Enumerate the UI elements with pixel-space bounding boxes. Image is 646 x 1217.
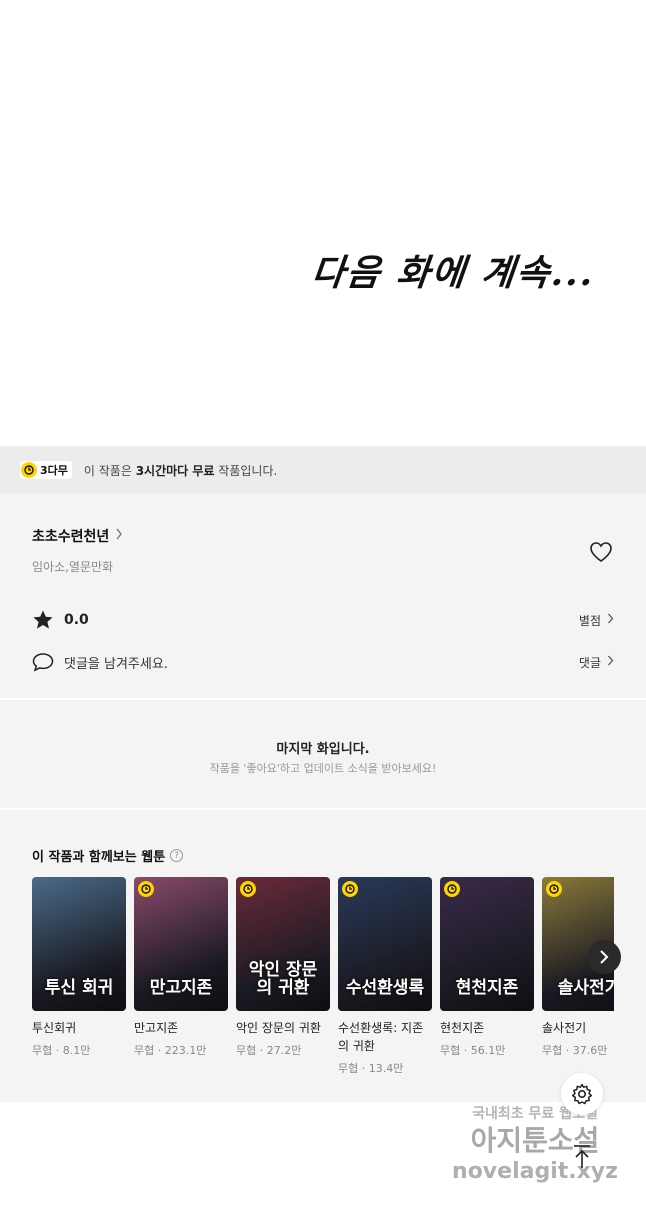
series-title: 초초수련천년: [32, 529, 110, 545]
recommendation-meta: 무협 · 223.1만: [134, 1044, 207, 1057]
recommendation-title[interactable]: 만고지존: [134, 1019, 228, 1037]
banner-text-suffix: 작품입니다.: [214, 463, 278, 478]
thumbnail-title-art: 솔사전기: [557, 978, 614, 998]
thumbnail-title-art: 악인 장문의 귀환: [248, 960, 318, 998]
series-title-link[interactable]: 초초수련천년: [32, 526, 123, 546]
recommendation-views: 13.4만: [368, 1062, 404, 1075]
recommendation-card[interactable]: 만고지존 만고지존 무협 · 223.1만: [134, 877, 228, 1058]
recommendation-title[interactable]: 악인 장문의 귀환: [236, 1019, 330, 1037]
like-button[interactable]: [588, 540, 614, 564]
arrow-up-icon: [574, 1145, 590, 1168]
recommendation-title[interactable]: 현천지존: [440, 1019, 534, 1037]
series-info-panel: 초초수련천년 임아소,열문만화 0.0 별점 댓글을 남겨주세요. 댓글: [0, 494, 646, 698]
last-episode-subtitle: 작품을 '좋아요'하고 업데이트 소식을 받아보세요!: [209, 762, 437, 775]
recommendations-header: 이 작품과 함께보는 웹툰 ?: [32, 846, 184, 865]
watermark-line1: 국내최초 무료 웹소설: [472, 1106, 598, 1122]
recommendation-genre: 무협: [32, 1044, 53, 1057]
recommendations-title: 이 작품과 함께보는 웹툰: [32, 850, 166, 865]
recommendations-carousel[interactable]: 투신 회귀 투신회귀 무협 · 8.1만 만고지존 만고지존 무협 · 223.1만 악인 …: [32, 877, 614, 1097]
recommendation-genre: 무협: [134, 1044, 155, 1057]
rate-link[interactable]: 별점: [579, 612, 614, 629]
comment-row[interactable]: 댓글을 남겨주세요. 댓글: [32, 649, 614, 675]
recommendation-views: 37.6만: [572, 1044, 608, 1057]
recommendation-views: 27.2만: [266, 1044, 302, 1057]
wait-free-badge: 3다무: [20, 461, 72, 479]
recommendation-genre: 무협: [338, 1062, 359, 1075]
comments-link-label: 댓글: [578, 655, 601, 670]
thumbnail-title-art: 투신 회귀: [44, 978, 114, 998]
rating-row: 0.0 별점: [32, 607, 614, 633]
last-episode-notice: 마지막 화입니다. 작품을 '좋아요'하고 업데이트 소식을 받아보세요!: [0, 700, 646, 808]
recommendation-card[interactable]: 수선환생록수선환생록: 지존의 귀환무협 · 13.4만: [338, 877, 432, 1076]
banner-text-prefix: 이 작품은: [83, 463, 136, 478]
recommendation-card[interactable]: 악인 장문의 귀환 악인 장문의 귀환 무협 · 27.2만: [236, 877, 330, 1058]
speech-bubble-icon: [32, 653, 54, 672]
recommendation-meta: 무협 · 27.2만: [236, 1044, 302, 1057]
clock-icon: [444, 881, 460, 897]
chevron-right-icon: [600, 950, 609, 964]
recommendation-thumbnail[interactable]: 현천지존: [440, 877, 534, 1011]
thumbnail-title-art: 만고지존: [149, 978, 213, 998]
recommendation-thumbnail[interactable]: 악인 장문의 귀환: [236, 877, 330, 1011]
recommendation-thumbnail[interactable]: 수선환생록: [338, 877, 432, 1011]
banner-text-bold: 3시간마다 무료: [135, 463, 215, 478]
rating-value: 0.0: [64, 612, 89, 628]
recommendation-views: 56.1만: [470, 1044, 506, 1057]
clock-icon: [138, 881, 154, 897]
recommendation-views: 8.1만: [62, 1044, 91, 1057]
clock-icon: [21, 462, 37, 478]
recommendation-thumbnail[interactable]: 만고지존: [134, 877, 228, 1011]
recommendation-thumbnail[interactable]: 투신 회귀: [32, 877, 126, 1011]
recommendation-title[interactable]: 솔사전기: [542, 1019, 614, 1037]
comments-link[interactable]: 댓글: [579, 654, 614, 671]
last-episode-title: 마지막 화입니다.: [276, 742, 370, 757]
free-banner-text: 이 작품은 3시간마다 무료 작품입니다.: [84, 462, 277, 479]
recommendation-title[interactable]: 투신회귀: [32, 1019, 126, 1037]
recommendations-section: 이 작품과 함께보는 웹툰 ? 투신 회귀 투신회귀 무협 · 8.1만 만고지존 만고…: [0, 810, 646, 1102]
clock-icon: [342, 881, 358, 897]
scroll-to-top-button[interactable]: [563, 1138, 601, 1176]
clock-icon: [546, 881, 562, 897]
settings-button[interactable]: [561, 1073, 603, 1115]
recommendation-card[interactable]: 투신 회귀투신회귀무협 · 8.1만: [32, 877, 126, 1058]
watermark-line2: 아지툰소설: [470, 1124, 600, 1157]
heart-icon: [590, 542, 612, 562]
recommendation-meta: 무협 · 56.1만: [440, 1044, 506, 1057]
watermark-line3: novelagit.xyz: [452, 1159, 618, 1184]
help-icon[interactable]: ?: [170, 849, 184, 862]
recommendation-meta: 무협 · 8.1만: [32, 1044, 91, 1057]
chevron-right-icon: [607, 655, 614, 669]
badge-label: 3다무: [40, 464, 68, 477]
carousel-next-button[interactable]: [587, 940, 621, 974]
star-icon: [33, 610, 53, 629]
to-be-continued-text: 다음 화에 계속...: [309, 252, 598, 294]
episode-end-panel: 다음 화에 계속...: [0, 0, 646, 446]
free-banner: 3다무 이 작품은 3시간마다 무료 작품입니다.: [0, 446, 646, 494]
recommendation-genre: 무협: [236, 1044, 257, 1057]
thumbnail-title-art: 현천지존: [455, 978, 519, 998]
thumbnail-title-art: 수선환생록: [345, 978, 425, 998]
clock-icon: [240, 881, 256, 897]
recommendation-genre: 무협: [440, 1044, 461, 1057]
site-watermark: 국내최초 무료 웹소설 아지툰소설 novelagit.xyz: [440, 1103, 630, 1184]
recommendation-title[interactable]: 수선환생록: 지존의 귀환: [338, 1019, 432, 1055]
gear-icon: [571, 1083, 593, 1105]
series-authors: 임아소,열문만화: [32, 560, 114, 574]
recommendation-genre: 무협: [542, 1044, 563, 1057]
chevron-right-icon: [607, 613, 614, 627]
recommendation-meta: 무협 · 13.4만: [338, 1062, 404, 1075]
recommendation-card[interactable]: 현천지존 현천지존 무협 · 56.1만: [440, 877, 534, 1058]
chevron-right-icon: [115, 528, 123, 544]
recommendation-views: 223.1만: [164, 1044, 207, 1057]
rate-link-label: 별점: [578, 613, 601, 628]
recommendation-meta: 무협 · 37.6만: [542, 1044, 608, 1057]
comment-prompt: 댓글을 남겨주세요.: [64, 656, 168, 672]
